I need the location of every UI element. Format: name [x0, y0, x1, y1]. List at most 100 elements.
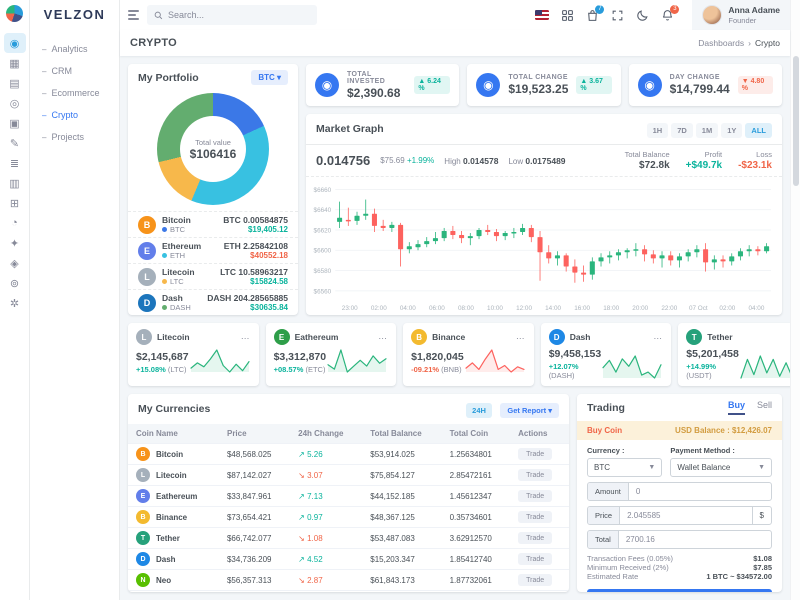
- banner-buy-coin-label: Buy Coin: [587, 426, 623, 435]
- amount-field[interactable]: Amount 0: [587, 482, 772, 501]
- payment-method-select[interactable]: Wallet Balance ▼: [670, 458, 772, 477]
- content: My Portfolio BTC ▾ Total value $106416 B…: [120, 56, 790, 600]
- trade-button[interactable]: Trade: [518, 532, 553, 544]
- landing-icon[interactable]: ▣: [4, 113, 26, 133]
- portfolio-coin-row[interactable]: B Bitcoin BTC BTC 0.00584875 $19,405.12: [128, 211, 298, 237]
- get-report-button[interactable]: Get Report ▾: [500, 403, 559, 418]
- app-logo[interactable]: VELZON: [30, 7, 119, 22]
- multilevel-icon[interactable]: ⊚: [4, 273, 26, 293]
- chevron-down-icon: ▼: [758, 464, 765, 471]
- scrollbar-thumb[interactable]: [793, 56, 799, 186]
- notifications-bell-icon[interactable]: 3: [661, 4, 680, 22]
- coin-amount: BTC 0.00584875: [223, 215, 288, 225]
- tab-sell[interactable]: Sell: [757, 400, 772, 415]
- svg-text:02:00: 02:00: [719, 305, 735, 312]
- widgets-icon[interactable]: ≣: [4, 153, 26, 173]
- pages-icon[interactable]: ◎: [4, 93, 26, 113]
- user-menu[interactable]: Anna Adame Founder: [692, 0, 790, 30]
- sidebar-item-projects[interactable]: – Projects: [30, 126, 119, 148]
- svg-text:14:00: 14:00: [545, 305, 561, 312]
- hamburger-icon[interactable]: [128, 10, 139, 20]
- currency-select[interactable]: BTC ▼: [587, 458, 663, 477]
- trade-button[interactable]: Trade: [518, 553, 553, 565]
- period-7d-button[interactable]: 7D: [671, 123, 693, 138]
- icons-icon[interactable]: ✦: [4, 233, 26, 253]
- charts-icon[interactable]: ◔: [4, 213, 26, 233]
- table-row: N Neo $56,357.313 ↘ 2.87 $61,843.173 1.877320…: [128, 569, 569, 591]
- change-cell: ↗ 5.26: [290, 443, 363, 465]
- period-1m-button[interactable]: 1M: [695, 123, 719, 138]
- breadcrumb-parent[interactable]: Dashboards: [698, 38, 744, 48]
- coin-name: Litecoin: [156, 470, 187, 480]
- trade-button[interactable]: Trade: [518, 574, 553, 586]
- price-cell: $48,568.025: [218, 443, 291, 465]
- maps-icon[interactable]: ◈: [4, 253, 26, 273]
- dark-mode-icon[interactable]: [636, 9, 649, 22]
- amount-input[interactable]: 0: [629, 483, 771, 500]
- table-row: B Binance $73,654.421 ↗ 0.97 $48,367.125 0.35…: [128, 506, 569, 528]
- search-box[interactable]: [147, 5, 317, 25]
- portfolio-coin-row[interactable]: L Litecoin LTC LTC 10.58963217 $15824.58: [128, 263, 298, 289]
- tab-buy[interactable]: Buy: [727, 400, 745, 415]
- apps-grid-icon[interactable]: [561, 9, 574, 22]
- buy-coin-button[interactable]: Buy Coin: [587, 589, 772, 592]
- sidebar-item-ecommerce[interactable]: – Ecommerce: [30, 82, 119, 104]
- trade-button[interactable]: Trade: [518, 490, 553, 502]
- price-input[interactable]: 2.045585: [620, 507, 751, 524]
- components-icon[interactable]: ✎: [4, 133, 26, 153]
- sidebar-item-crm[interactable]: – CRM: [30, 60, 119, 82]
- period-24h-button[interactable]: 24H: [466, 403, 492, 418]
- balance-cell: $15,203.347: [362, 548, 442, 570]
- svg-text:04:00: 04:00: [400, 305, 416, 312]
- apps-icon[interactable]: ▦: [4, 53, 26, 73]
- fullscreen-icon[interactable]: [611, 9, 624, 22]
- loss-value: -$23.1k: [738, 160, 772, 171]
- change-cell: ↘ 2.87: [290, 569, 363, 591]
- breadcrumb-bar: CRYPTO Dashboards › Crypto: [120, 30, 790, 56]
- portfolio-donut-chart: Total value $106416: [157, 93, 269, 205]
- trade-button[interactable]: Trade: [518, 511, 553, 523]
- period-all-button[interactable]: ALL: [745, 123, 772, 138]
- more-options-icon[interactable]: …: [378, 332, 388, 340]
- cart-icon[interactable]: 7: [586, 4, 605, 22]
- sidebar-item-label: CRM: [51, 66, 72, 76]
- coin-name-cell: N Neo: [136, 573, 211, 587]
- search-input[interactable]: [168, 10, 310, 20]
- price-cell: $56,357.313: [218, 569, 291, 591]
- search-icon: [154, 11, 163, 19]
- candlestick-chart[interactable]: $6660 $6640 $6620 $6600 $6580 $6560 23:00 02:00…: [306, 177, 782, 315]
- more-options-icon[interactable]: …: [241, 332, 251, 340]
- layouts-icon[interactable]: ▤: [4, 73, 26, 93]
- more-options-icon[interactable]: …: [516, 332, 526, 340]
- page-scrollbar[interactable]: [790, 0, 800, 600]
- stat-change-badge: ▲ 6.24 %: [414, 76, 451, 94]
- dashboards-icon[interactable]: ◉: [3, 33, 26, 53]
- stat-label: DAY CHANGE: [669, 74, 720, 81]
- period-1h-button[interactable]: 1H: [646, 123, 669, 138]
- trade-button[interactable]: Trade: [518, 448, 553, 460]
- logo-mark-icon[interactable]: [6, 5, 23, 22]
- coin-name-cell: T Tether: [136, 531, 211, 545]
- forms-icon[interactable]: ▥: [4, 173, 26, 193]
- more-options-icon[interactable]: …: [653, 332, 663, 340]
- coin-value: $9,458,153: [548, 348, 602, 360]
- amount-addon: Amount: [588, 483, 629, 500]
- sidebar-item-crypto[interactable]: – Crypto: [30, 104, 119, 126]
- coin-change: +08.57% (ETC): [273, 365, 326, 374]
- trade-button[interactable]: Trade: [518, 469, 553, 481]
- portfolio-coin-row[interactable]: D Dash DASH DASH 204.28565885 $30635.84: [128, 289, 298, 315]
- language-flag-icon[interactable]: [535, 10, 550, 20]
- total-input[interactable]: 2700.16: [619, 531, 771, 548]
- total-field[interactable]: Total 2700.16: [587, 530, 772, 549]
- sparkline-chart: [189, 348, 251, 374]
- portfolio-coin-row[interactable]: E Ethereum ETH ETH 2.25842108 $40552.18: [128, 237, 298, 263]
- share-icon[interactable]: ✲: [4, 293, 26, 313]
- coin-icon: N: [136, 573, 150, 587]
- portfolio-currency-select[interactable]: BTC ▾: [251, 70, 288, 85]
- balance-cell: $48,367.125: [362, 506, 442, 528]
- sidebar-item-analytics[interactable]: – Analytics: [30, 38, 119, 60]
- period-1y-button[interactable]: 1Y: [721, 123, 743, 138]
- tables-icon[interactable]: ⊞: [4, 193, 26, 213]
- column-header: 24h Change: [290, 424, 363, 444]
- price-field[interactable]: Price 2.045585 $: [587, 506, 772, 525]
